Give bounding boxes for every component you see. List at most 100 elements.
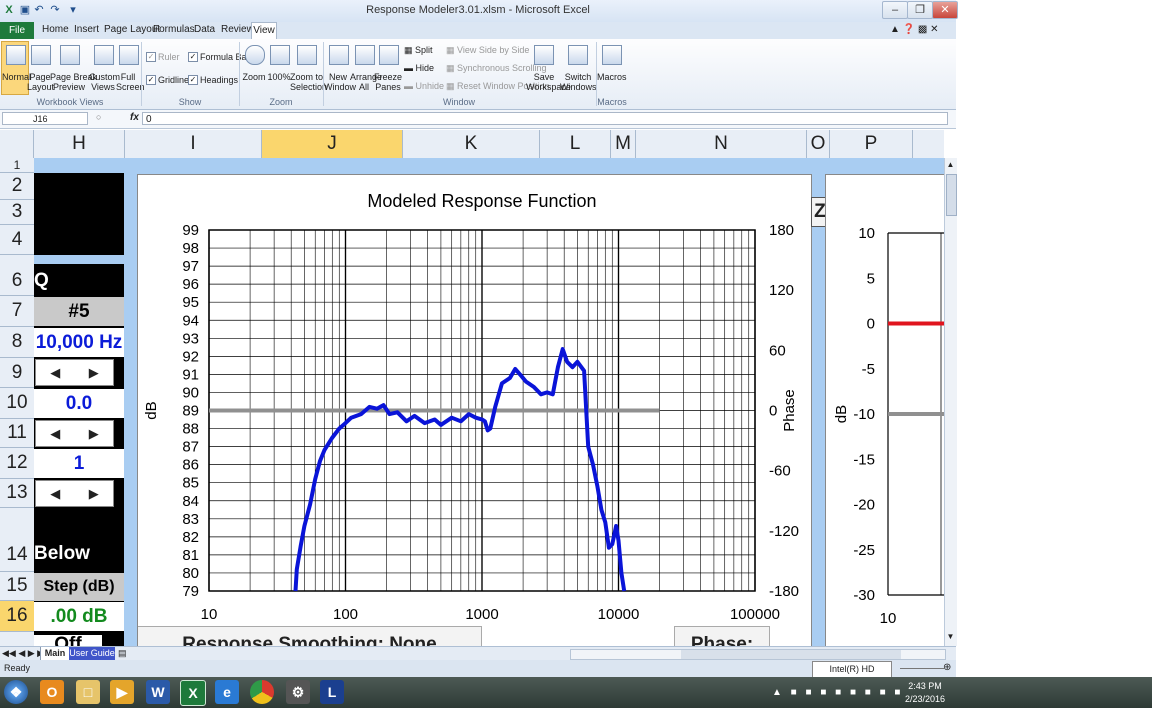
horizontal-scrollbar[interactable] [570,649,946,660]
system-tray-icons[interactable]: ▲ ■ ■ ■ ■ ■ ■ ■ ■ [772,687,903,698]
formula-expand-icon[interactable]: ○ [96,112,101,122]
q-spinner[interactable]: ◀ ▶ [35,480,114,507]
tab-insert[interactable]: Insert [74,24,99,35]
worksheet[interactable]: Q #5 10,000 Hz ◀ ▶ 0.0 ◀ ▶ 1 ◀ ▶ Below S… [34,158,944,646]
row-header-9[interactable]: 9 [0,358,34,388]
zoom-slider[interactable] [900,668,944,669]
clock-date[interactable]: 2/23/2016 [900,694,950,704]
app-icon[interactable]: ⚙ [286,680,310,704]
insert-sheet-icon[interactable]: ▤ [118,648,127,659]
tab-page-layout[interactable]: Page Layout [104,24,160,35]
spin-left-icon[interactable]: ◀ [36,360,75,385]
outlook-icon[interactable]: O [40,680,64,704]
macros-icon[interactable] [602,45,622,65]
row-header-12[interactable]: 12 [0,448,34,479]
tab-formulas[interactable]: Formulas [153,24,195,35]
row-header-7[interactable]: 7 [0,296,34,327]
zoom-100-icon[interactable] [270,45,290,65]
macros-label[interactable]: Macros [597,72,627,82]
start-button-icon[interactable]: ❖ [4,680,28,704]
column-header-m[interactable]: M [611,130,636,158]
column-header-p[interactable]: P [830,130,913,158]
maximize-button[interactable]: ❐ [907,1,933,19]
hide-button[interactable]: ▬ Hide [404,63,434,73]
clock-time[interactable]: 2:43 PM [900,681,950,691]
phase-selector[interactable]: Phase: [674,626,770,646]
row-header-15[interactable]: 15 [0,572,34,601]
save-workspace-icon[interactable] [534,45,554,65]
new-window-label[interactable]: New Window [324,72,356,92]
scroll-down-icon[interactable]: ▼ [946,632,955,642]
row-header-8[interactable]: 8 [0,327,34,358]
sheet-tab-main[interactable]: Main [40,647,70,661]
file-explorer-icon[interactable]: □ [76,680,100,704]
save-workspace-label[interactable]: Save Workspace [526,72,571,92]
scroll-thumb[interactable] [946,174,957,216]
chrome-icon[interactable] [250,680,274,704]
h-scroll-thumb[interactable] [681,650,901,659]
column-header-n[interactable]: N [636,130,807,158]
tab-data[interactable]: Data [194,24,215,35]
side-by-side-button[interactable]: ▦ View Side by Side [446,45,529,55]
internet-explorer-icon[interactable]: e [215,680,239,704]
row-header-6[interactable]: 6 [0,255,34,296]
zoom-selection-label[interactable]: Zoom to Selection [290,72,327,92]
scroll-up-icon[interactable]: ▲ [946,160,955,170]
column-header-i[interactable]: I [125,130,262,158]
zoom-selection-icon[interactable] [297,45,317,65]
zoom-label[interactable]: Zoom [242,72,266,82]
unhide-button[interactable]: ▬ Unhide [404,81,444,91]
gain-value[interactable]: 0.0 [34,389,124,418]
frequency-value[interactable]: 10,000 Hz [34,328,124,357]
row-header-14[interactable]: 14 [0,508,34,572]
new-window-icon[interactable] [329,45,349,65]
page-layout-icon[interactable] [31,45,51,65]
gridlines-checkbox[interactable]: ✓ [146,75,156,85]
media-player-icon[interactable]: ▶ [110,680,134,704]
column-header-l[interactable]: L [540,130,611,158]
zoom-magnifier-icon[interactable] [245,45,265,65]
page-break-icon[interactable] [60,45,80,65]
arrange-all-icon[interactable] [355,45,375,65]
formula-bar-checkbox[interactable]: ✓ [188,52,198,62]
split-button[interactable]: ▦ Split [404,45,433,55]
lync-icon[interactable]: L [320,680,344,704]
vertical-scrollbar[interactable]: ▲ ▼ [944,158,957,646]
row-header-13[interactable]: 13 [0,479,34,508]
spin-left-icon[interactable]: ◀ [36,421,75,446]
step-value[interactable]: .00 dB [34,602,124,631]
row-header-17[interactable] [0,632,34,647]
headings-checkbox[interactable]: ✓ [188,75,198,85]
page-break-label[interactable]: Page Break Preview [50,72,97,92]
row-header-11[interactable]: 11 [0,419,34,448]
column-header-k[interactable]: K [403,130,540,158]
spin-left-icon[interactable]: ◀ [36,481,75,506]
tab-file[interactable]: File [0,22,34,39]
gain-spinner[interactable]: ◀ ▶ [35,420,114,447]
spin-right-icon[interactable]: ▶ [75,481,114,506]
switch-windows-label[interactable]: Switch Windows [560,72,597,92]
word-icon[interactable]: W [146,680,170,704]
row-header-1[interactable]: 1 [0,158,34,173]
column-header-j[interactable]: J [262,130,403,158]
column-header-o[interactable]: O [807,130,830,158]
full-screen-icon[interactable] [119,45,139,65]
name-box[interactable]: J16 [2,112,88,125]
switch-windows-icon[interactable] [568,45,588,65]
formula-input[interactable]: 0 [142,112,948,125]
frequency-spinner[interactable]: ◀ ▶ [35,359,114,386]
smoothing-selector[interactable]: Response Smoothing: None [138,626,482,646]
excel-taskbar-icon[interactable]: X [180,680,206,706]
row-header-10[interactable]: 10 [0,388,34,419]
spin-right-icon[interactable]: ▶ [75,421,114,446]
zoom-in-icon[interactable]: ⊕ [943,662,951,673]
full-screen-label[interactable]: Full Screen [116,72,145,92]
tab-home[interactable]: Home [42,24,69,35]
close-window-button[interactable]: ✕ [932,1,958,19]
tab-review[interactable]: Review [221,24,254,35]
freeze-panes-label[interactable]: Freeze Panes [374,72,402,92]
help-icons[interactable]: ▲ ❓ ▩ ✕ [890,24,939,35]
minimize-button[interactable]: – [882,1,908,19]
sheet-tab-user-guide[interactable]: User Guide [69,647,115,660]
off-button[interactable]: Off [34,635,102,646]
